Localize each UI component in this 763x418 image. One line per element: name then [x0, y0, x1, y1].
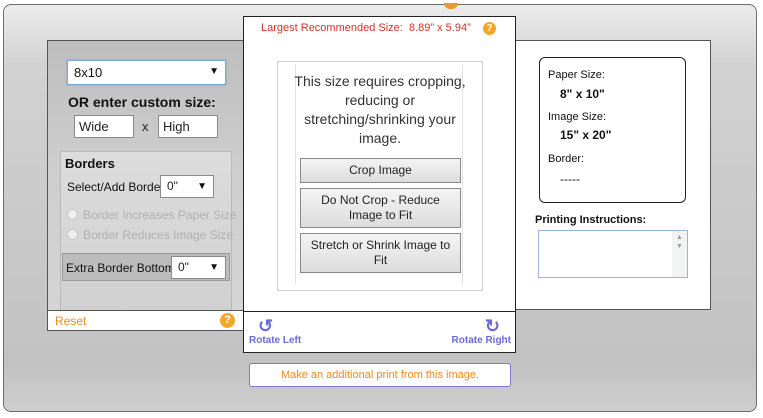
radio-button[interactable]: [67, 209, 78, 220]
image-size-value: 15" x 20": [560, 128, 612, 142]
border-reduces-option[interactable]: Border Reduces Image Size: [67, 228, 233, 242]
image-size-label: Image Size:: [548, 111, 607, 123]
scrollbar[interactable]: ▲ ▼: [672, 231, 687, 277]
radio-button[interactable]: [67, 229, 78, 240]
border-select[interactable]: 0" ▼: [160, 175, 214, 198]
rotate-right-icon: ↻: [484, 316, 500, 336]
rotate-right-button[interactable]: ↻ Rotate Right: [452, 317, 511, 346]
custom-size-label: OR enter custom size:: [68, 94, 216, 110]
rotate-right-label: Rotate Right: [451, 335, 511, 346]
rotate-left-label: Rotate Left: [249, 335, 302, 346]
borders-section: Borders Select/Add Border: 0" ▼ Border I…: [60, 151, 236, 319]
width-input[interactable]: Wide: [74, 115, 134, 138]
paper-size-value: 8x10: [74, 65, 103, 80]
chevron-down-icon: ▼: [197, 181, 207, 192]
border-increases-option[interactable]: Border Increases Paper Size: [67, 208, 236, 222]
size-info-box: Paper Size: 8" x 10" Image Size: 15" x 2…: [539, 57, 686, 203]
dimension-separator: x: [142, 119, 149, 134]
help-icon[interactable]: ?: [220, 313, 235, 328]
size-options-panel: 8x10 ▼ OR enter custom size: Wide x High…: [47, 40, 243, 331]
largest-recommended-size: Largest Recommended Size: 8.89” x 5.94”: [261, 22, 471, 34]
additional-print-button[interactable]: Make an additional print from this image…: [249, 363, 511, 387]
extra-border-value: 0": [178, 260, 189, 274]
crop-message: This size requires cropping, reducing or…: [294, 73, 466, 146]
printing-instructions-label: Printing Instructions:: [535, 214, 647, 226]
reset-link[interactable]: Reset: [55, 314, 86, 328]
stretch-shrink-button[interactable]: Stretch or Shrink Image to Fit: [300, 233, 461, 273]
largest-size-value: 8.89” x 5.94”: [408, 22, 471, 34]
crop-image-button[interactable]: Crop Image: [300, 158, 461, 183]
top-accent: [444, 3, 458, 9]
left-footer: Reset ?: [48, 310, 243, 330]
extra-border-select[interactable]: 0" ▼: [171, 256, 226, 279]
extra-border-label: Extra Border Bottom:: [66, 261, 179, 275]
rotate-left-icon: ↺: [258, 316, 274, 336]
do-not-crop-button[interactable]: Do Not Crop - Reduce Image to Fit: [300, 188, 461, 228]
border-select-label: Select/Add Border:: [67, 180, 168, 194]
order-summary-panel: Paper Size: 8" x 10" Image Size: 15" x 2…: [516, 40, 711, 310]
help-icon[interactable]: ?: [483, 22, 496, 35]
extra-border-bottom-row: Extra Border Bottom: 0" ▼: [62, 253, 230, 281]
preview-divider: [244, 311, 515, 312]
crop-dialog: This size requires cropping, reducing or…: [277, 61, 483, 291]
border-select-value: 0": [167, 179, 178, 193]
border-increases-label: Border Increases Paper Size: [83, 208, 237, 222]
paper-size-label: Paper Size:: [548, 69, 605, 81]
border-label: Border:: [548, 153, 585, 165]
image-preview-panel: Largest Recommended Size: 8.89” x 5.94” …: [243, 16, 516, 353]
border-value: -----: [560, 172, 580, 186]
chevron-down-icon: ▼: [209, 66, 219, 77]
paper-size-select[interactable]: 8x10 ▼: [67, 60, 226, 85]
borders-title: Borders: [65, 156, 115, 171]
paper-size-value: 8" x 10": [560, 87, 605, 101]
largest-size-label: Largest Recommended Size:: [261, 22, 403, 34]
border-reduces-label: Border Reduces Image Size: [83, 228, 234, 242]
chevron-down-icon: ▼: [209, 262, 219, 273]
printing-instructions-textarea[interactable]: ▲ ▼: [538, 230, 688, 278]
rotate-left-button[interactable]: ↺ Rotate Left: [249, 317, 301, 346]
height-input[interactable]: High: [158, 115, 218, 138]
